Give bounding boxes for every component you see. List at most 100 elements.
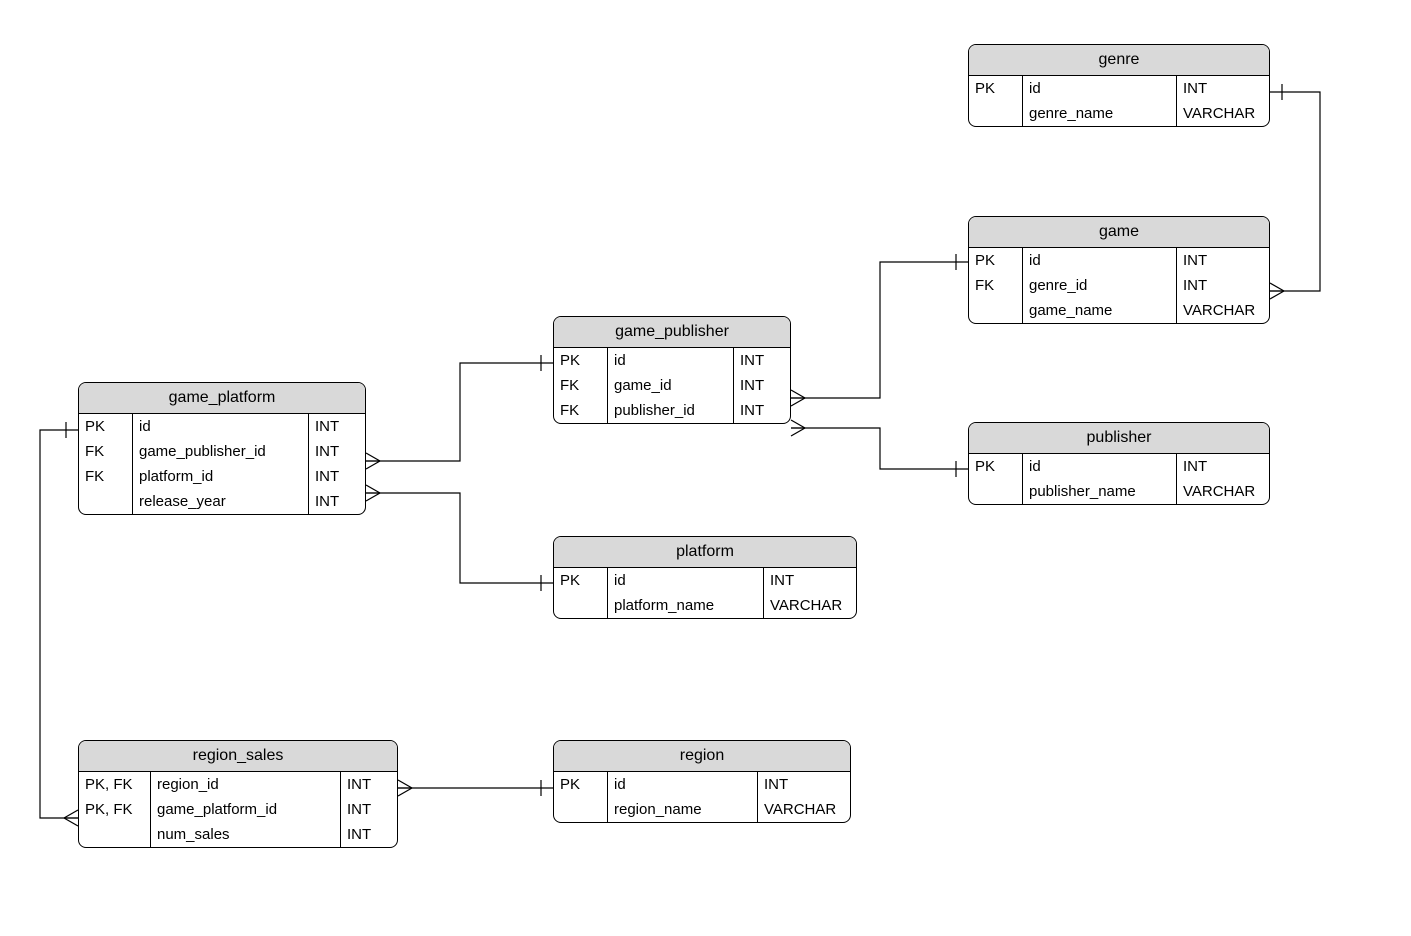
entity-genre: genre PK id INT genre_name VARCHAR (968, 44, 1270, 127)
col-key: PK (79, 414, 133, 439)
table-row: PK id INT (554, 568, 856, 593)
table-row: FK game_publisher_id INT (79, 439, 365, 464)
rel-gameplat-platform (366, 493, 553, 583)
col-type: INT (309, 414, 365, 439)
col-name: id (1023, 76, 1177, 101)
col-type: INT (309, 464, 365, 489)
col-key: PK (969, 454, 1023, 479)
col-key (554, 593, 608, 618)
entity-title: game (969, 217, 1269, 248)
col-type: VARCHAR (1177, 479, 1269, 504)
rel-gamepub-game (791, 262, 968, 398)
table-row: region_name VARCHAR (554, 797, 850, 822)
col-name: game_id (608, 373, 734, 398)
rel-game-genre (1270, 92, 1320, 291)
col-name: num_sales (151, 822, 341, 847)
table-row: FK platform_id INT (79, 464, 365, 489)
entity-title: platform (554, 537, 856, 568)
col-type: INT (1177, 454, 1269, 479)
col-key: PK (969, 76, 1023, 101)
col-name: id (1023, 248, 1177, 273)
entity-title: publisher (969, 423, 1269, 454)
table-row: PK, FK region_id INT (79, 772, 397, 797)
entity-title: genre (969, 45, 1269, 76)
col-key: PK, FK (79, 797, 151, 822)
entity-title: game_platform (79, 383, 365, 414)
entity-title: region_sales (79, 741, 397, 772)
col-key: FK (554, 373, 608, 398)
col-name: id (608, 348, 734, 373)
col-name: platform_name (608, 593, 764, 618)
table-row: PK id INT (969, 76, 1269, 101)
table-row: publisher_name VARCHAR (969, 479, 1269, 504)
col-type: INT (764, 568, 856, 593)
entity-title: game_publisher (554, 317, 790, 348)
col-name: id (608, 772, 758, 797)
col-key: PK (554, 568, 608, 593)
entity-publisher: publisher PK id INT publisher_name VARCH… (968, 422, 1270, 505)
col-type: INT (309, 439, 365, 464)
col-type: INT (341, 797, 397, 822)
table-row: FK game_id INT (554, 373, 790, 398)
col-name: game_name (1023, 298, 1177, 323)
col-key: PK (554, 348, 608, 373)
col-type: INT (341, 822, 397, 847)
col-name: id (133, 414, 309, 439)
col-name: publisher_id (608, 398, 734, 423)
col-name: platform_id (133, 464, 309, 489)
table-row: PK id INT (554, 772, 850, 797)
table-row: game_name VARCHAR (969, 298, 1269, 323)
col-type: INT (734, 373, 790, 398)
col-name: publisher_name (1023, 479, 1177, 504)
col-type: INT (1177, 76, 1269, 101)
table-row: FK publisher_id INT (554, 398, 790, 423)
table-row: release_year INT (79, 489, 365, 514)
col-key: PK (554, 772, 608, 797)
table-row: PK id INT (79, 414, 365, 439)
col-name: id (608, 568, 764, 593)
entity-region-sales: region_sales PK, FK region_id INT PK, FK… (78, 740, 398, 848)
col-type: VARCHAR (764, 593, 856, 618)
col-type: VARCHAR (1177, 101, 1269, 126)
col-name: game_platform_id (151, 797, 341, 822)
col-key (969, 298, 1023, 323)
entity-game-platform: game_platform PK id INT FK game_publishe… (78, 382, 366, 515)
table-row: PK, FK game_platform_id INT (79, 797, 397, 822)
col-type: INT (309, 489, 365, 514)
entity-title: region (554, 741, 850, 772)
col-key (969, 101, 1023, 126)
col-type: INT (1177, 273, 1269, 298)
col-key: PK, FK (79, 772, 151, 797)
col-key: FK (554, 398, 608, 423)
col-key (79, 489, 133, 514)
table-row: PK id INT (969, 454, 1269, 479)
rel-gamepub-publisher (791, 428, 968, 469)
entity-game: game PK id INT FK genre_id INT game_name… (968, 216, 1270, 324)
table-row: platform_name VARCHAR (554, 593, 856, 618)
table-row: FK genre_id INT (969, 273, 1269, 298)
col-key: PK (969, 248, 1023, 273)
col-type: INT (734, 398, 790, 423)
col-name: genre_name (1023, 101, 1177, 126)
col-name: id (1023, 454, 1177, 479)
entity-game-publisher: game_publisher PK id INT FK game_id INT … (553, 316, 791, 424)
col-key (969, 479, 1023, 504)
table-row: num_sales INT (79, 822, 397, 847)
rel-gameplat-gamepub (366, 363, 553, 461)
col-key: FK (969, 273, 1023, 298)
col-type: INT (341, 772, 397, 797)
col-type: INT (734, 348, 790, 373)
table-row: genre_name VARCHAR (969, 101, 1269, 126)
table-row: PK id INT (969, 248, 1269, 273)
col-key (79, 822, 151, 847)
rel-regsales-gameplat (40, 430, 78, 818)
col-key (554, 797, 608, 822)
col-type: VARCHAR (1177, 298, 1269, 323)
col-name: game_publisher_id (133, 439, 309, 464)
col-name: release_year (133, 489, 309, 514)
col-key: FK (79, 439, 133, 464)
col-name: region_name (608, 797, 758, 822)
col-type: VARCHAR (758, 797, 850, 822)
col-type: INT (758, 772, 850, 797)
table-row: PK id INT (554, 348, 790, 373)
